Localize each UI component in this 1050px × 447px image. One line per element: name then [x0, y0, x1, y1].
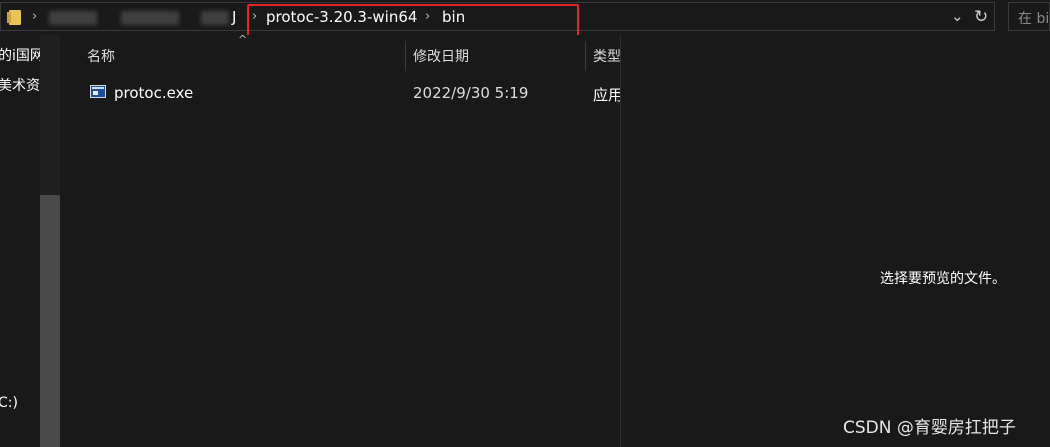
- file-name: protoc.exe: [114, 84, 194, 102]
- blurred-crumb: [121, 11, 179, 25]
- scrollbar-thumb[interactable]: [40, 195, 60, 447]
- blurred-crumb: [49, 11, 97, 25]
- file-row[interactable]: protoc.exe 2022/9/30 5:19 应用: [62, 80, 624, 108]
- search-placeholder: 在 bin: [1018, 11, 1050, 27]
- file-list: ^ 名称 修改日期 类型 protoc.exe 2022/9/30 5:19 应…: [62, 33, 624, 447]
- refresh-icon[interactable]: ↻: [974, 7, 988, 27]
- column-header-name[interactable]: 名称: [87, 46, 115, 66]
- exe-file-icon: [90, 85, 106, 98]
- nav-item[interactable]: 的i国网: [0, 45, 44, 65]
- preview-message: 选择要预览的文件。: [880, 271, 1006, 287]
- chevron-right-icon[interactable]: ›: [32, 9, 37, 24]
- file-type: 应用: [593, 86, 624, 104]
- folder-icon: [7, 10, 21, 25]
- file-modified: 2022/9/30 5:19: [413, 84, 529, 102]
- preview-pane: 选择要预览的文件。 CSDN @育婴房扛把子: [621, 35, 1050, 447]
- partial-crumb[interactable]: J: [232, 8, 236, 26]
- nav-item-drive-c[interactable]: C:): [0, 395, 18, 411]
- blurred-crumb: [201, 11, 229, 25]
- watermark: CSDN @育婴房扛把子: [843, 418, 1016, 438]
- column-divider[interactable]: [585, 41, 586, 71]
- scrollbar-track[interactable]: [40, 35, 60, 195]
- column-divider[interactable]: [405, 41, 406, 71]
- chevron-down-icon[interactable]: ⌄: [951, 7, 964, 25]
- column-header-type[interactable]: 类型: [593, 46, 621, 66]
- address-bar-row: › J › protoc-3.20.3-win64 › bin ⌄ ↻ 在 bi…: [0, 0, 1050, 42]
- sort-ascending-icon: ^: [238, 33, 248, 46]
- nav-item[interactable]: 美术资: [0, 75, 40, 95]
- column-header-modified[interactable]: 修改日期: [413, 46, 469, 66]
- search-box[interactable]: 在 bin: [1008, 2, 1050, 31]
